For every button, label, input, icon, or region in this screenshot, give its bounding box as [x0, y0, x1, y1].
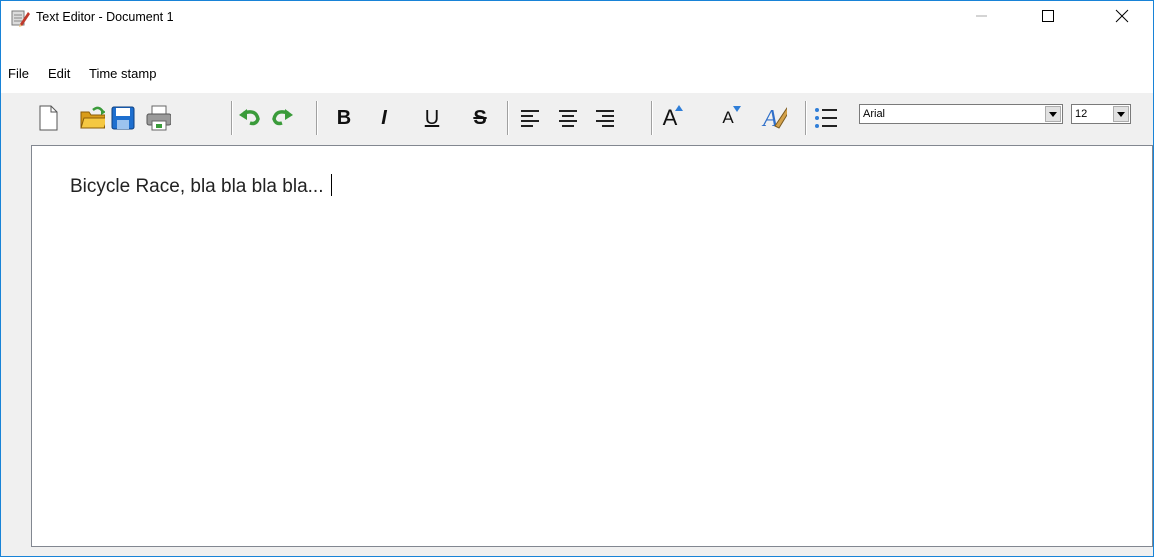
align-right-button[interactable] [592, 105, 618, 131]
font-family-select[interactable]: Arial [859, 104, 1063, 124]
maximize-icon [1042, 10, 1054, 22]
increase-font-icon: A [663, 105, 684, 131]
strikethrough-icon: S [473, 106, 487, 129]
app-window: Text Editor - Document 1 File Edit Time … [0, 0, 1154, 557]
menu-file[interactable]: File [8, 66, 29, 81]
open-folder-icon [80, 106, 105, 129]
bullet-list-icon [815, 108, 837, 128]
text-color-icon: A [761, 106, 787, 132]
redo-button[interactable] [269, 105, 295, 131]
print-icon [146, 105, 171, 131]
italic-icon: I [381, 106, 387, 129]
text-editor-area[interactable]: Bicycle Race, bla bla bla bla... [31, 145, 1153, 547]
undo-button[interactable] [237, 105, 263, 131]
align-center-icon [559, 110, 577, 127]
text-caret [331, 174, 333, 196]
chevron-down-icon [1049, 111, 1057, 117]
bullet-list-button[interactable] [813, 105, 839, 131]
font-size-value: 12 [1075, 108, 1088, 120]
save-icon [111, 106, 135, 130]
toolbar-separator [316, 101, 318, 135]
align-left-icon [521, 110, 539, 127]
minimize-button[interactable] [959, 1, 1005, 31]
decrease-font-icon: A [722, 106, 741, 128]
document-text: Bicycle Race, bla bla bla bla... [70, 176, 324, 197]
menu-time-stamp[interactable]: Time stamp [89, 66, 156, 81]
new-file-icon [39, 105, 58, 131]
chevron-down-icon [1117, 111, 1125, 117]
toolbar-separator [651, 101, 653, 135]
print-button[interactable] [145, 105, 171, 131]
menu-edit[interactable]: Edit [48, 66, 70, 81]
maximize-button[interactable] [1025, 1, 1071, 31]
align-right-icon [596, 110, 614, 127]
toolbar-separator [507, 101, 509, 135]
editor-content[interactable]: Bicycle Race, bla bla bla bla... [70, 174, 333, 198]
window-title: Text Editor - Document 1 [36, 10, 174, 24]
strikethrough-button[interactable]: S [467, 105, 493, 131]
menu-bar: File Edit Time stamp [1, 31, 1153, 93]
align-left-button[interactable] [517, 105, 543, 131]
toolbar: B I U S A A A Arial 12 [3, 95, 1149, 141]
undo-icon [239, 109, 260, 126]
font-size-select[interactable]: 12 [1071, 104, 1131, 124]
bold-button[interactable]: B [331, 105, 357, 131]
text-color-button[interactable]: A [761, 105, 787, 132]
redo-icon [272, 109, 293, 126]
font-size-dropdown-button[interactable] [1113, 106, 1129, 122]
new-file-button[interactable] [35, 105, 61, 131]
open-file-button[interactable] [79, 105, 105, 131]
increase-font-button[interactable]: A [657, 105, 684, 131]
close-button[interactable] [1099, 1, 1145, 31]
italic-button[interactable]: I [371, 105, 397, 131]
font-family-dropdown-button[interactable] [1045, 106, 1061, 122]
font-family-value: Arial [863, 108, 886, 120]
toolbar-separator [231, 101, 233, 135]
underline-icon: U [424, 106, 440, 129]
svg-text:A: A [761, 106, 778, 132]
minimize-icon [976, 15, 987, 17]
bold-icon: B [336, 106, 352, 129]
close-icon [1115, 9, 1129, 23]
align-center-button[interactable] [555, 105, 581, 131]
text-editor-app-icon [11, 9, 30, 27]
decrease-font-button[interactable]: A [715, 105, 741, 131]
save-button[interactable] [110, 105, 136, 131]
title-bar[interactable]: Text Editor - Document 1 [1, 1, 1153, 31]
underline-button[interactable]: U [419, 105, 445, 131]
toolbar-separator [805, 101, 807, 135]
